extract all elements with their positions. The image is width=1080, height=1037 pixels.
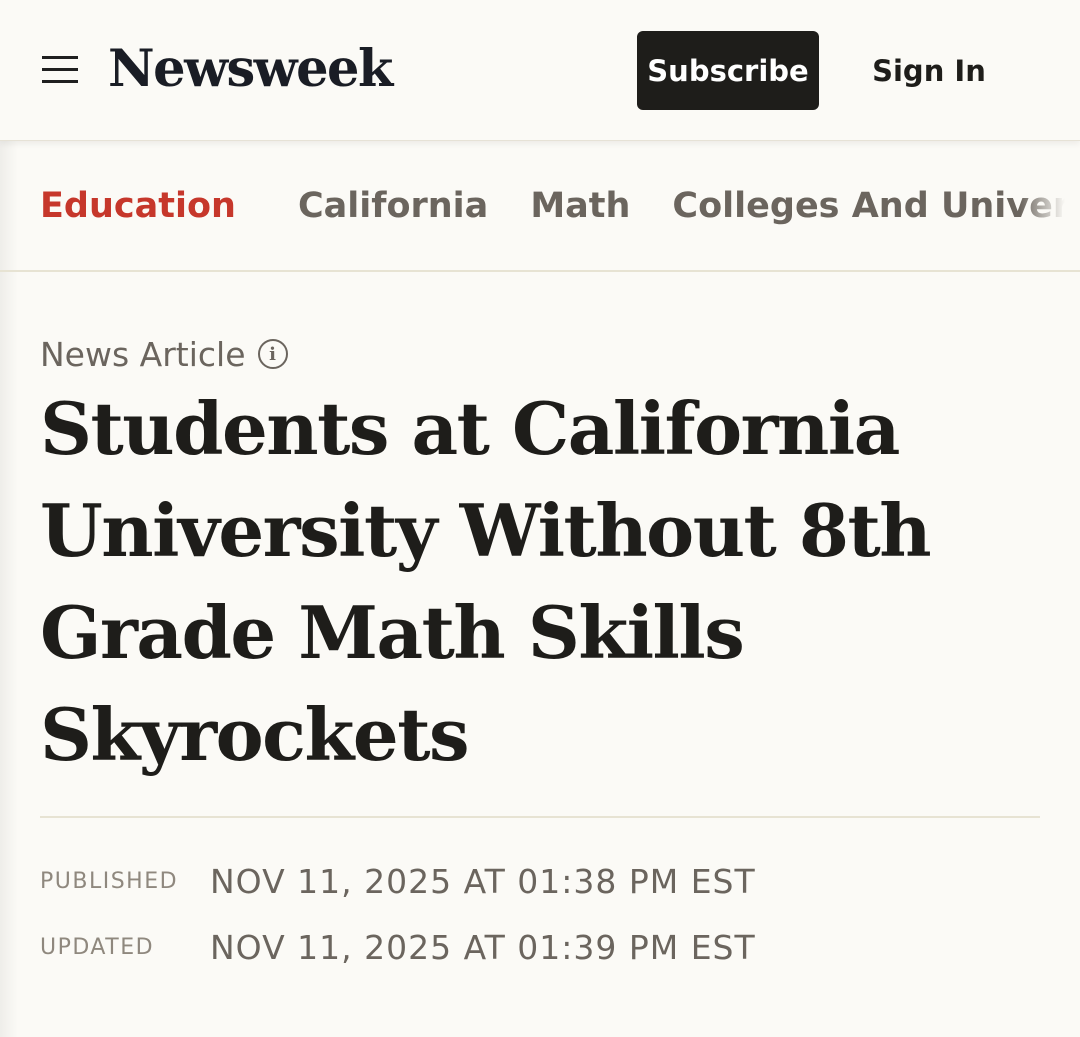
site-header: Newsweek Subscribe Sign In (0, 0, 1080, 141)
published-label: PUBLISHED (40, 868, 179, 894)
subscribe-button[interactable]: Subscribe (637, 31, 819, 110)
info-icon[interactable]: i (257, 339, 288, 369)
hamburger-menu-icon[interactable] (36, 48, 84, 92)
topic-colleges-and-universities[interactable]: Colleges And Universities (672, 141, 1080, 270)
menu-bar (42, 68, 78, 71)
sign-in-link[interactable]: Sign In (862, 31, 996, 110)
article-type-label: News Article (40, 334, 246, 374)
updated-label: UPDATED (40, 934, 155, 960)
published-row: PUBLISHED NOV 11, 2025 AT 01:38 PM EST (40, 856, 756, 906)
divider (40, 816, 1040, 818)
topic-education[interactable]: Education (40, 141, 236, 270)
topic-california[interactable]: California (298, 141, 488, 270)
article-headline: Students at California University Withou… (40, 386, 932, 777)
menu-bar (42, 80, 78, 83)
published-date: NOV 11, 2025 AT 01:38 PM EST (210, 861, 756, 901)
article-type: News Article i (40, 332, 288, 376)
updated-date: NOV 11, 2025 AT 01:39 PM EST (210, 927, 756, 967)
scroll-fade (1020, 141, 1080, 270)
menu-bar (42, 56, 78, 59)
topic-track: Education California Math Colleges And U… (40, 141, 1080, 270)
site-logo[interactable]: Newsweek (108, 36, 393, 102)
topic-math[interactable]: Math (530, 141, 630, 270)
topic-nav: Education California Math Colleges And U… (0, 141, 1080, 272)
updated-row: UPDATED NOV 11, 2025 AT 01:39 PM EST (40, 922, 756, 972)
edge-shade (0, 140, 18, 1037)
